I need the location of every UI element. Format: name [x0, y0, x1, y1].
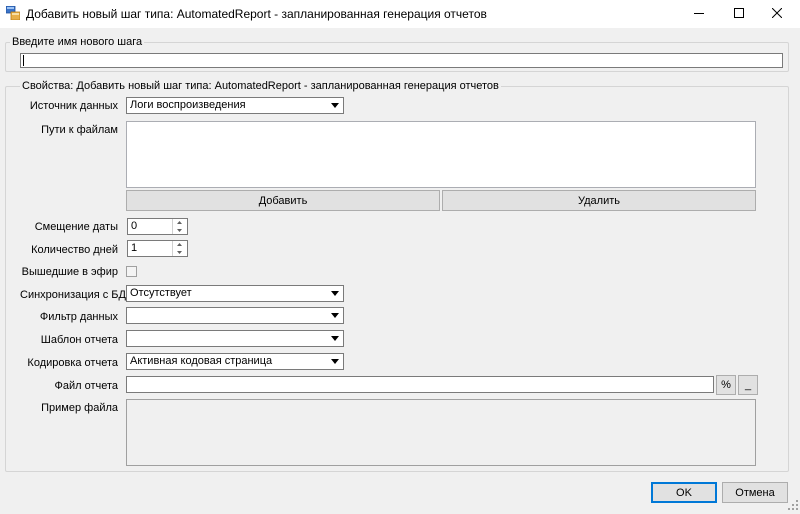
chevron-down-icon[interactable] [173, 249, 186, 256]
chevron-down-icon [327, 331, 343, 346]
cancel-button[interactable]: Отмена [722, 482, 788, 503]
add-button[interactable]: Добавить [126, 190, 440, 211]
chevron-down-icon [327, 98, 343, 113]
delete-button[interactable]: Удалить [442, 190, 756, 211]
close-button[interactable] [760, 0, 794, 28]
file-paths-label: Пути к файлам [41, 124, 118, 136]
aired-label: Вышедшие в эфир [21, 266, 118, 278]
text-cursor [23, 55, 24, 66]
days-count-stepper[interactable]: 1 [127, 240, 188, 257]
date-offset-label: Смещение даты [34, 221, 118, 233]
step-name-legend: Введите имя нового шага [10, 36, 145, 48]
browse-button[interactable]: _ [738, 375, 758, 395]
report-template-select[interactable] [126, 330, 344, 347]
data-source-label: Источник данных [29, 100, 118, 112]
close-icon [771, 7, 783, 21]
file-example-preview [126, 399, 756, 466]
date-offset-stepper[interactable]: 0 [127, 218, 188, 235]
report-file-label: Файл отчета [54, 380, 118, 392]
report-template-label: Шаблон отчета [40, 334, 118, 346]
properties-legend: Свойства: Добавить новый шаг типа: Autom… [20, 80, 501, 92]
chevron-down-icon[interactable] [173, 227, 186, 234]
chevron-up-icon[interactable] [173, 219, 186, 226]
title-bar: Добавить новый шаг типа: AutomatedReport… [0, 0, 800, 28]
date-offset-spin [172, 219, 187, 234]
data-source-select[interactable]: Логи воспроизведения [126, 97, 344, 114]
date-offset-value: 0 [131, 220, 138, 232]
aired-checkbox[interactable] [126, 266, 137, 277]
file-example-label: Пример файла [41, 402, 118, 414]
data-filter-label: Фильтр данных [39, 311, 118, 323]
window-title: Добавить новый шаг типа: AutomatedReport… [26, 7, 487, 21]
minimize-icon [694, 8, 704, 21]
db-sync-value: Отсутствует [130, 287, 192, 299]
days-count-label: Количество дней [31, 244, 118, 256]
maximize-button[interactable] [722, 0, 756, 28]
data-source-value: Логи воспроизведения [130, 99, 246, 111]
chevron-down-icon [327, 308, 343, 323]
db-sync-label: Синхронизация с БД [20, 289, 126, 301]
data-filter-select[interactable] [126, 307, 344, 324]
chevron-down-icon [327, 286, 343, 301]
report-encoding-select[interactable]: Активная кодовая страница [126, 353, 344, 370]
report-file-input[interactable] [126, 376, 714, 393]
db-sync-select[interactable]: Отсутствует [126, 285, 344, 302]
app-icon [5, 5, 21, 21]
chevron-up-icon[interactable] [173, 241, 186, 248]
minimize-button[interactable] [682, 0, 716, 28]
maximize-icon [734, 7, 744, 21]
report-encoding-value: Активная кодовая страница [130, 355, 273, 367]
file-paths-list[interactable] [126, 121, 756, 188]
resize-grip-icon[interactable] [787, 499, 799, 511]
step-name-input[interactable] [20, 53, 783, 68]
days-count-value: 1 [131, 242, 138, 254]
report-encoding-label: Кодировка отчета [27, 357, 118, 369]
ok-button[interactable]: OK [651, 482, 717, 503]
days-count-spin [172, 241, 187, 256]
chevron-down-icon [327, 354, 343, 369]
percent-button[interactable]: % [716, 375, 736, 395]
